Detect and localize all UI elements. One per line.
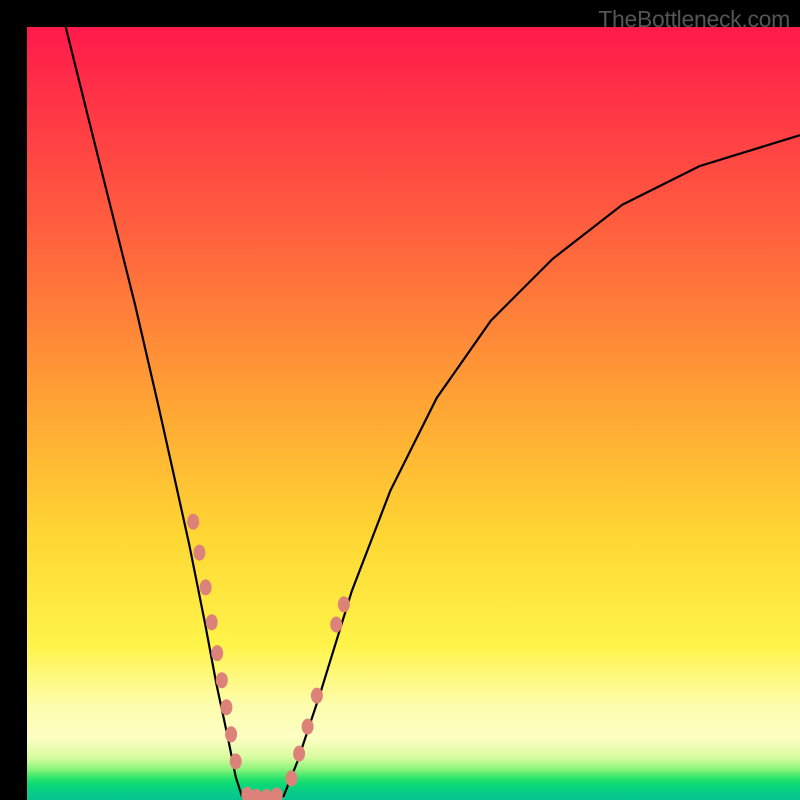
- chart-frame: TheBottleneck.com: [0, 0, 800, 800]
- data-marker: [285, 770, 297, 786]
- plot-area: [27, 27, 800, 800]
- data-marker: [211, 645, 223, 661]
- bottleneck-curve: [66, 27, 800, 799]
- watermark-label: TheBottleneck.com: [598, 6, 790, 33]
- data-marker: [206, 614, 218, 630]
- data-marker: [200, 579, 212, 595]
- data-marker: [293, 746, 305, 762]
- data-marker: [216, 672, 228, 688]
- data-marker: [193, 545, 205, 561]
- data-marker: [330, 617, 342, 633]
- data-marker: [230, 753, 242, 769]
- data-marker: [220, 699, 232, 715]
- data-marker: [311, 688, 323, 704]
- data-marker: [225, 726, 237, 742]
- data-marker: [271, 787, 283, 800]
- curve-svg: [27, 27, 800, 800]
- data-marker: [302, 719, 314, 735]
- data-marker: [187, 514, 199, 530]
- data-marker: [338, 596, 350, 612]
